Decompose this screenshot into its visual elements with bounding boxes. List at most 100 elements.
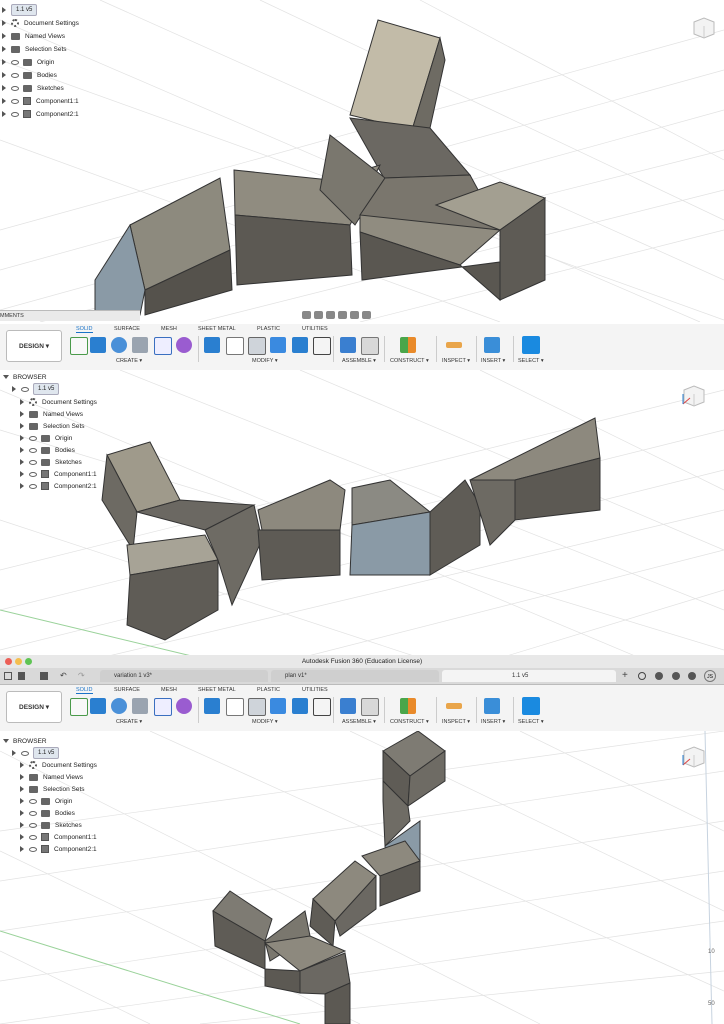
browser-item-component2[interactable]: Component2:1 [2, 108, 79, 120]
expand-icon[interactable] [2, 7, 6, 13]
expand-icon[interactable] [20, 822, 24, 828]
tab-plastic[interactable]: PLASTIC [257, 326, 280, 332]
fillet-icon[interactable] [226, 337, 244, 355]
tab-sheet-metal[interactable]: SHEET METAL [198, 687, 236, 693]
expand-icon[interactable] [2, 33, 6, 39]
expand-icon[interactable] [20, 423, 24, 429]
pattern-icon[interactable] [154, 337, 172, 355]
joint-icon[interactable] [361, 337, 379, 355]
browser-item-bodies[interactable]: Bodies [2, 69, 57, 81]
create-menu[interactable]: CREATE ▾ [116, 358, 142, 364]
select-menu[interactable]: SELECT ▾ [518, 719, 544, 725]
minimize-window-icon[interactable] [15, 658, 22, 665]
browser-item-named-views[interactable]: Named Views [2, 30, 65, 42]
browser-item-named-views[interactable]: Named Views [20, 408, 83, 420]
collapse-icon[interactable] [3, 739, 9, 743]
doc-tab-variation[interactable]: variation 1 v3* [100, 670, 268, 682]
expand-icon[interactable] [12, 386, 16, 392]
browser-item-component1[interactable]: Component1:1 [20, 831, 97, 843]
comments-bar[interactable]: MMENTS [0, 310, 140, 321]
eye-icon[interactable] [29, 846, 37, 852]
undo-icon[interactable]: ↶ [60, 671, 67, 680]
expand-icon[interactable] [20, 810, 24, 816]
browser-item-selection-sets[interactable]: Selection Sets [20, 420, 85, 432]
expand-icon[interactable] [20, 471, 24, 477]
browser-item-origin[interactable]: Origin [20, 795, 72, 807]
expand-icon[interactable] [20, 798, 24, 804]
orbit-icon[interactable] [302, 311, 311, 319]
modify-menu[interactable]: MODIFY ▾ [252, 719, 278, 725]
form-icon[interactable] [176, 698, 192, 714]
press-pull-icon[interactable] [204, 337, 220, 353]
browser-root-3[interactable]: 1.1 v5 [12, 747, 60, 759]
eye-icon[interactable] [21, 750, 29, 756]
eye-icon[interactable] [29, 447, 37, 453]
eye-icon[interactable] [29, 810, 37, 816]
grid-menu-icon[interactable] [4, 672, 12, 680]
move-icon[interactable] [313, 698, 331, 716]
browser-item-selection-sets[interactable]: Selection Sets [20, 783, 85, 795]
expand-icon[interactable] [20, 762, 24, 768]
browser-root-1[interactable]: 1.1 v5 [2, 4, 38, 16]
eye-icon[interactable] [11, 111, 19, 117]
insert-image-icon[interactable] [484, 698, 500, 714]
expand-icon[interactable] [20, 435, 24, 441]
modify-menu[interactable]: MODIFY ▾ [252, 358, 278, 364]
select-icon[interactable] [522, 336, 540, 354]
grid-icon[interactable] [362, 311, 371, 319]
expand-icon[interactable] [20, 834, 24, 840]
expand-icon[interactable] [20, 786, 24, 792]
browser-item-document-settings[interactable]: Document Settings [20, 396, 97, 408]
select-menu[interactable]: SELECT ▾ [518, 358, 544, 364]
eye-icon[interactable] [29, 822, 37, 828]
expand-icon[interactable] [2, 111, 6, 117]
fillet-icon[interactable] [226, 698, 244, 716]
collapse-icon[interactable] [3, 375, 9, 379]
tab-utilities[interactable]: UTILITIES [302, 326, 328, 332]
eye-icon[interactable] [29, 483, 37, 489]
pan-icon[interactable] [314, 311, 323, 319]
hole-icon[interactable] [132, 698, 148, 714]
insert-image-icon[interactable] [484, 337, 500, 353]
pattern-icon[interactable] [154, 698, 172, 716]
joint-icon[interactable] [361, 698, 379, 716]
select-icon[interactable] [522, 697, 540, 715]
tab-solid[interactable]: SOLID [76, 326, 93, 333]
measure-icon[interactable] [446, 703, 462, 709]
form-icon[interactable] [176, 337, 192, 353]
browser-root-2[interactable]: 1.1 v5 [12, 383, 60, 395]
fit-icon[interactable] [338, 311, 347, 319]
expand-icon[interactable] [12, 750, 16, 756]
doc-tab-active[interactable]: 1.1 v5 [442, 670, 616, 682]
eye-icon[interactable] [11, 85, 19, 91]
browser-item-origin[interactable]: Origin [2, 56, 54, 68]
offset-plane-icon[interactable] [400, 337, 416, 353]
eye-icon[interactable] [29, 435, 37, 441]
tab-plastic[interactable]: PLASTIC [257, 687, 280, 693]
browser-item-document-settings[interactable]: Document Settings [2, 17, 79, 29]
help-icon[interactable] [688, 672, 696, 680]
notifications-icon[interactable] [655, 672, 663, 680]
expand-icon[interactable] [20, 483, 24, 489]
eye-icon[interactable] [11, 59, 19, 65]
add-tab-icon[interactable]: + [622, 670, 628, 681]
view-cube-3[interactable] [680, 743, 706, 769]
expand-icon[interactable] [2, 20, 6, 26]
hole-icon[interactable] [132, 337, 148, 353]
shell-icon[interactable] [248, 337, 266, 355]
expand-icon[interactable] [2, 72, 6, 78]
sync-icon[interactable] [638, 672, 646, 680]
insert-menu[interactable]: INSERT ▾ [481, 358, 505, 364]
tab-surface[interactable]: SURFACE [114, 687, 140, 693]
eye-icon[interactable] [29, 834, 37, 840]
tab-solid[interactable]: SOLID [76, 687, 93, 694]
new-component-icon[interactable] [340, 698, 356, 714]
zoom-window-icon[interactable] [25, 658, 32, 665]
expand-icon[interactable] [2, 85, 6, 91]
eye-icon[interactable] [11, 98, 19, 104]
browser-item-document-settings[interactable]: Document Settings [20, 759, 97, 771]
expand-icon[interactable] [20, 447, 24, 453]
browser-item-bodies[interactable]: Bodies [20, 444, 75, 456]
doc-tab-plan[interactable]: plan v1* [271, 670, 439, 682]
measure-icon[interactable] [446, 342, 462, 348]
